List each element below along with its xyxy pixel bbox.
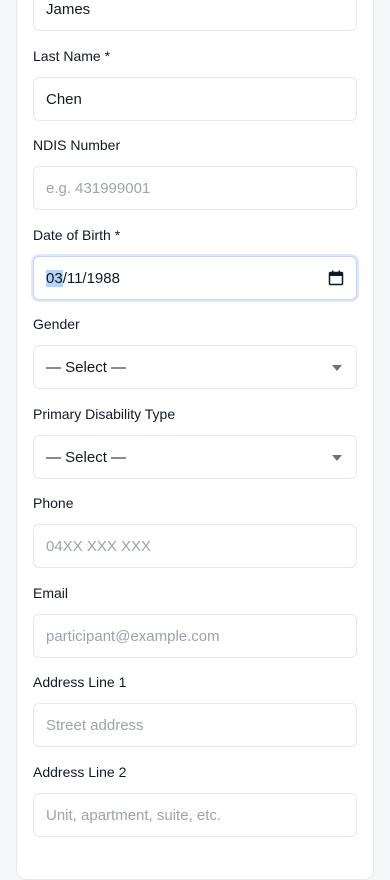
email-label: Email	[33, 585, 69, 601]
date-of-birth-label: Date of Birth *	[33, 227, 121, 243]
chevron-down-icon	[332, 365, 342, 371]
phone-input[interactable]: 04XX XXX XXX	[33, 524, 357, 568]
primary-disability-selected-value: — Select —	[46, 448, 127, 466]
chevron-down-icon	[332, 455, 342, 461]
participant-form-card: James Last Name * Chen NDIS Number e.g. …	[16, 0, 374, 880]
phone-label: Phone	[33, 495, 74, 511]
ndis-number-placeholder: e.g. 431999001	[46, 179, 151, 197]
address-line-1-label: Address Line 1	[33, 674, 127, 690]
last-name-label: Last Name *	[33, 48, 111, 64]
date-rest-segment[interactable]: /11/1988	[63, 270, 120, 287]
last-name-value: Chen	[46, 90, 82, 108]
address-line-2-placeholder: Unit, apartment, suite, etc.	[46, 806, 222, 824]
address-line-1-input[interactable]: Street address	[33, 703, 357, 747]
calendar-icon[interactable]	[328, 270, 344, 286]
address-line-2-input[interactable]: Unit, apartment, suite, etc.	[33, 793, 357, 837]
email-placeholder: participant@example.com	[46, 627, 220, 645]
address-line-1-placeholder: Street address	[46, 716, 144, 734]
first-name-input[interactable]: James	[33, 0, 357, 31]
primary-disability-select[interactable]: — Select —	[33, 435, 357, 479]
gender-label: Gender	[33, 316, 80, 332]
address-line-2-label: Address Line 2	[33, 764, 127, 780]
primary-disability-label: Primary Disability Type	[33, 406, 176, 422]
last-name-input[interactable]: Chen	[33, 77, 357, 121]
first-name-value: James	[46, 0, 91, 18]
ndis-number-input[interactable]: e.g. 431999001	[33, 166, 357, 210]
email-input[interactable]: participant@example.com	[33, 614, 357, 658]
gender-select[interactable]: — Select —	[33, 345, 357, 389]
gender-selected-value: — Select —	[46, 358, 127, 376]
ndis-number-label: NDIS Number	[33, 137, 121, 153]
date-of-birth-input[interactable]: 03 /11/1988	[33, 256, 357, 300]
phone-placeholder: 04XX XXX XXX	[46, 537, 152, 555]
date-day-segment[interactable]: 03	[46, 269, 63, 287]
